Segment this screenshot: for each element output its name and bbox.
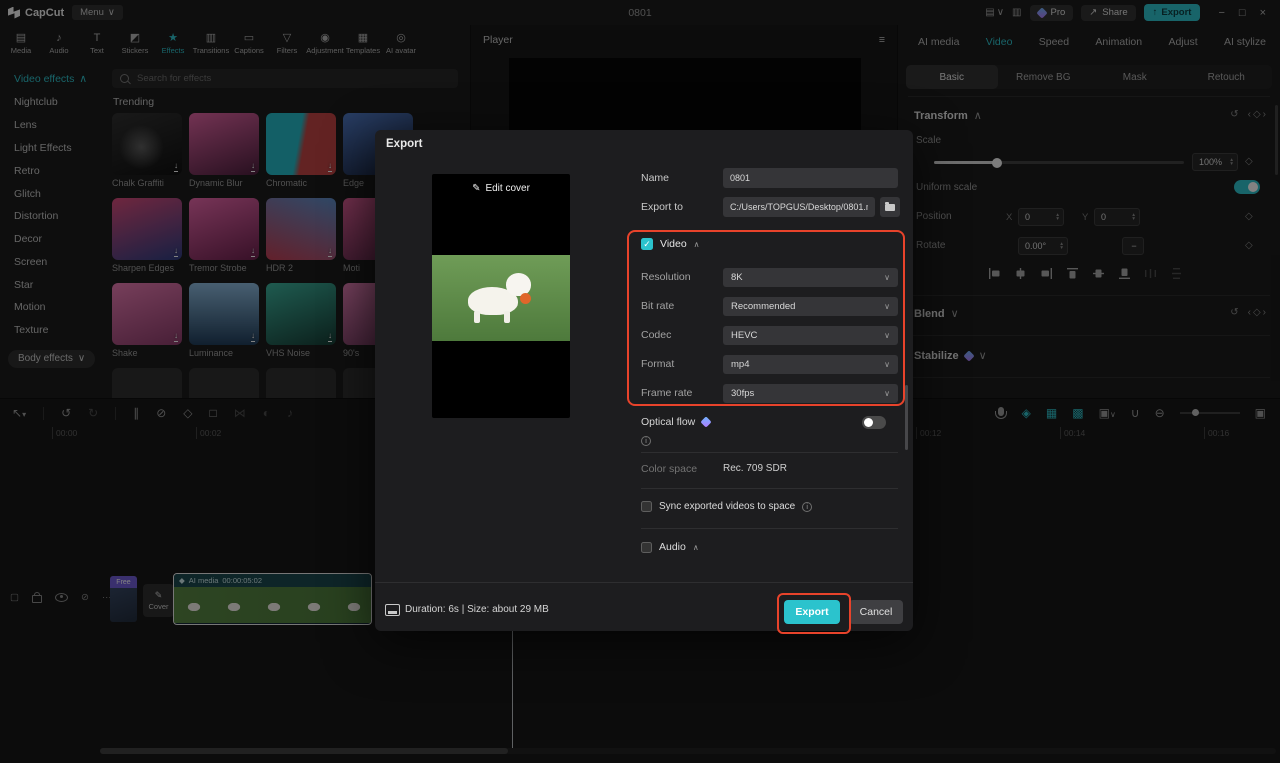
optical-flow-label: Optical flow	[641, 416, 695, 428]
export-summary: Duration: 6s | Size: about 29 MB	[405, 604, 549, 615]
chevron-up-icon: ∧	[694, 240, 700, 249]
video-checkbox[interactable]: ✓	[641, 238, 653, 250]
optical-flow-row: Optical flow	[641, 416, 710, 428]
chevron-down-icon: ∨	[884, 389, 890, 398]
framerate-label: Frame rate	[641, 387, 692, 399]
chevron-down-icon: ∨	[884, 360, 890, 369]
pencil-icon: ✎	[472, 183, 480, 194]
optical-flow-toggle[interactable]	[862, 416, 886, 429]
export-path-input[interactable]	[723, 197, 875, 217]
chevron-down-icon: ∨	[884, 331, 890, 340]
resolution-select[interactable]: 8K∨	[723, 268, 898, 287]
info-icon: i	[641, 436, 651, 446]
browse-folder-button[interactable]	[880, 197, 900, 217]
export-dialog: Export ✎ Edit cover Name Export to ✓ Vid…	[375, 130, 913, 631]
capcut-app: CapCut Menu ∨ 0801 ▤∨ ▥ Pro ↗ Share ↑ Ex…	[0, 0, 1280, 763]
audio-section-toggle[interactable]: Audio ∧	[641, 541, 699, 553]
chevron-down-icon: ∨	[884, 273, 890, 282]
codec-label: Codec	[641, 329, 671, 341]
cancel-button[interactable]: Cancel	[849, 600, 903, 624]
edit-cover-button[interactable]: ✎ Edit cover	[432, 183, 570, 194]
video-section-toggle[interactable]: ✓ Video ∧	[641, 238, 700, 250]
cover-image	[432, 255, 570, 341]
codec-select[interactable]: HEVC∨	[723, 326, 898, 345]
name-label: Name	[641, 172, 669, 184]
export-confirm-button[interactable]: Export	[784, 600, 840, 624]
annotation-video-settings	[627, 230, 905, 406]
dialog-title: Export	[386, 138, 422, 150]
color-space-label: Color space	[641, 463, 697, 475]
export-cover-preview[interactable]: ✎ Edit cover	[432, 174, 570, 418]
export-to-label: Export to	[641, 201, 683, 213]
dialog-scrollbar[interactable]	[905, 385, 908, 450]
bitrate-label: Bit rate	[641, 300, 674, 312]
duration-icon	[385, 604, 400, 616]
sync-checkbox[interactable]	[641, 501, 652, 512]
info-icon: i	[802, 502, 812, 512]
ball-image	[520, 293, 531, 304]
color-space-value: Rec. 709 SDR	[723, 463, 787, 474]
chevron-down-icon: ∨	[884, 302, 890, 311]
folder-icon	[885, 204, 895, 211]
pro-gem-icon	[701, 416, 712, 427]
sync-to-space-row[interactable]: Sync exported videos to space i	[641, 501, 812, 512]
name-input[interactable]	[723, 168, 898, 188]
bitrate-select[interactable]: Recommended∨	[723, 297, 898, 316]
format-select[interactable]: mp4∨	[723, 355, 898, 374]
resolution-label: Resolution	[641, 271, 691, 283]
chevron-up-icon: ∧	[693, 543, 699, 552]
framerate-select[interactable]: 30fps∨	[723, 384, 898, 403]
format-label: Format	[641, 358, 674, 370]
audio-checkbox[interactable]	[641, 542, 652, 553]
